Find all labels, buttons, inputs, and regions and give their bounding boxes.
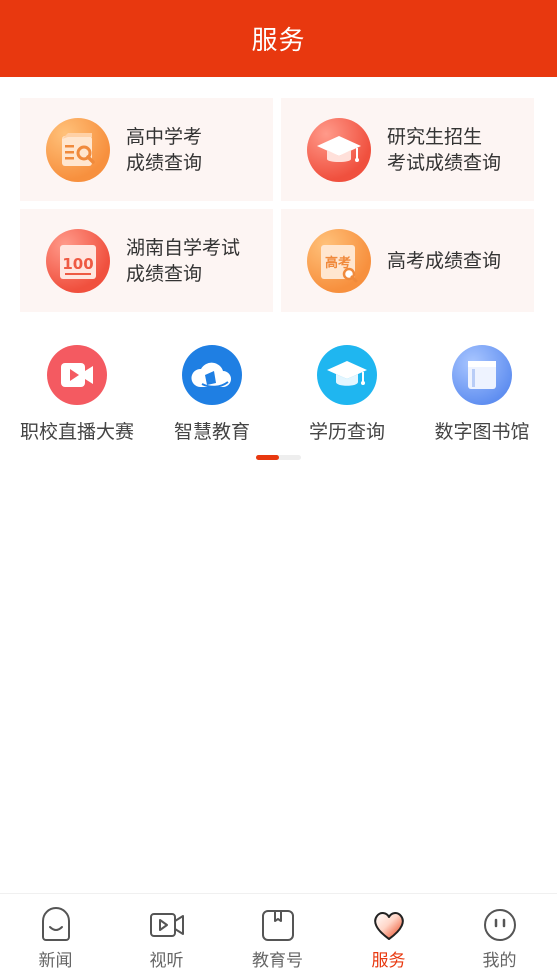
tab-services[interactable]: 服务	[333, 894, 444, 980]
news-face-icon	[38, 907, 74, 943]
search-document-icon	[46, 117, 110, 182]
card-label: 研究生招生 考试成绩查询	[387, 125, 502, 174]
quick-link-vocational-live[interactable]: 职校直播大赛	[7, 345, 147, 444]
tab-label: 视听	[149, 951, 184, 971]
tab-label: 新闻	[38, 951, 73, 971]
tab-news[interactable]: 新闻	[0, 894, 111, 980]
tab-label: 我的	[482, 951, 517, 971]
quick-link-label: 智慧教育	[173, 421, 250, 443]
svg-text:100: 100	[62, 255, 93, 273]
tab-label: 服务	[371, 951, 406, 971]
quick-link-label: 职校直播大赛	[19, 421, 134, 443]
bottom-tab-bar: 新闻 视听 教育号 服务 我的	[0, 893, 557, 980]
quick-link-label: 学历查询	[308, 421, 385, 443]
quick-link-degree-query[interactable]: 学历查询	[277, 345, 417, 444]
video-camera-icon	[149, 907, 185, 943]
book-icon	[452, 345, 512, 405]
card-postgraduate-exam[interactable]: 研究生招生 考试成绩查询	[281, 98, 534, 201]
card-hunan-self-exam[interactable]: 100 湖南自学考试 成绩查询	[20, 209, 273, 312]
card-gaokao-score[interactable]: 高考 高考成绩查询	[281, 209, 534, 312]
video-play-icon	[47, 345, 107, 405]
pager-active	[256, 455, 279, 460]
page-title: 服务	[251, 26, 306, 56]
card-label: 高考成绩查询	[387, 249, 502, 272]
page-header: 服务	[0, 0, 557, 77]
open-book-icon	[260, 907, 296, 943]
cloud-book-icon	[182, 345, 242, 405]
heart-icon	[371, 907, 407, 943]
graduation-cap-icon	[317, 345, 377, 405]
card-label: 湖南自学考试 成绩查询	[126, 236, 241, 285]
quick-link-digital-library[interactable]: 数字图书馆	[412, 345, 552, 444]
graduation-cap-icon	[307, 117, 371, 182]
quick-link-smart-education[interactable]: 智慧教育	[142, 345, 282, 444]
gaokao-search-icon: 高考	[307, 228, 371, 293]
quick-link-label: 数字图书馆	[434, 421, 530, 443]
pager-indicator	[256, 455, 301, 460]
tab-audio-video[interactable]: 视听	[111, 894, 222, 980]
tab-mine[interactable]: 我的	[444, 894, 555, 980]
score-paper-icon: 100	[46, 228, 110, 293]
card-high-school-exam[interactable]: 高中学考 成绩查询	[20, 98, 273, 201]
tab-label: 教育号	[252, 951, 303, 971]
profile-face-icon	[482, 907, 518, 943]
card-label: 高中学考 成绩查询	[126, 125, 203, 174]
tab-education-account[interactable]: 教育号	[222, 894, 333, 980]
